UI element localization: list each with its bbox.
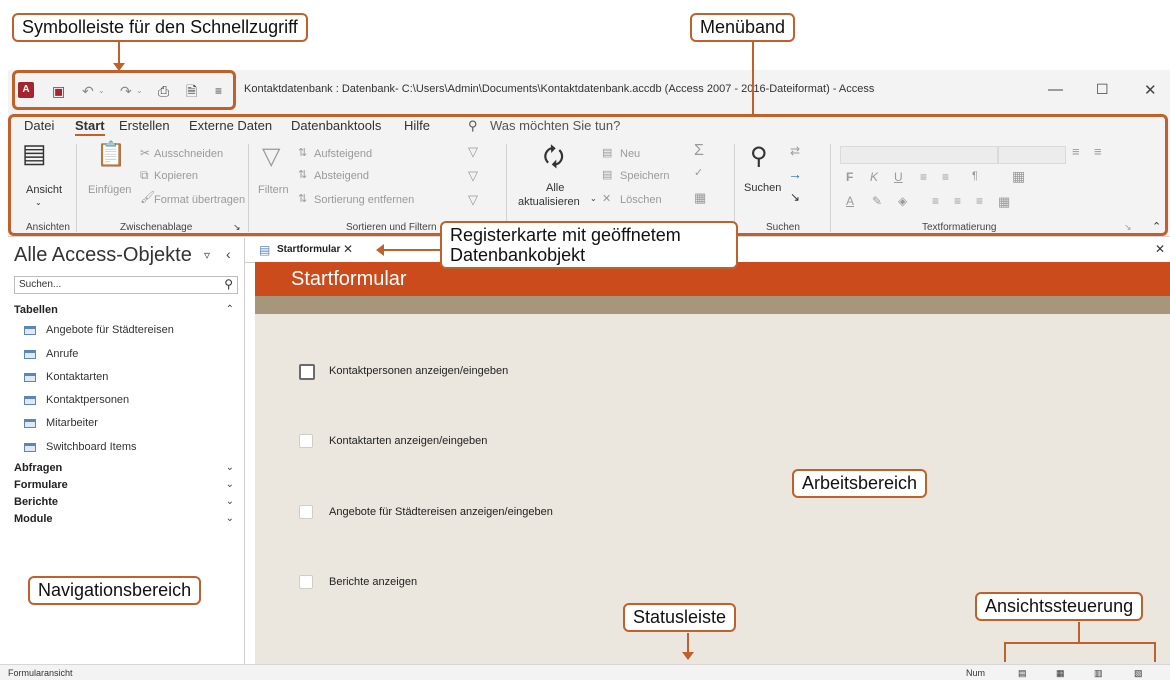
layout-view-icon[interactable]: ▥ [1094, 668, 1103, 679]
form-title: Startformular [291, 268, 407, 290]
option-label[interactable]: Angebote für Städtereisen anzeigen/einge… [329, 506, 553, 518]
option-checkbox[interactable] [299, 434, 313, 448]
nav-item-table[interactable]: Switchboard Items [24, 441, 136, 453]
table-icon [24, 442, 36, 452]
table-icon [24, 395, 36, 405]
nav-menu-icon[interactable]: ▿ [204, 248, 210, 262]
option-label[interactable]: Kontaktarten anzeigen/eingeben [329, 435, 487, 447]
arrow-icon [113, 63, 125, 71]
window-title: Kontaktdatenbank : Datenbank- C:\Users\A… [244, 83, 875, 95]
nav-item-table[interactable]: Kontaktpersonen [24, 394, 129, 406]
nav-item-label: Kontaktarten [46, 371, 109, 383]
callout-line [1004, 642, 1156, 644]
nav-item-label: Mitarbeiter [46, 417, 98, 429]
nav-item-table[interactable]: Anrufe [24, 348, 78, 360]
nav-section-formulare[interactable]: Formulare [14, 479, 68, 491]
table-icon [24, 418, 36, 428]
nav-item-table[interactable]: Angebote für Städtereisen [24, 324, 174, 336]
close-tab-icon[interactable]: ✕ [343, 242, 353, 256]
form-icon: ▤ [259, 243, 271, 257]
callout-nav: Navigationsbereich [28, 576, 202, 605]
qat-highlight [12, 70, 236, 110]
nav-section-tabellen[interactable]: Tabellen [14, 304, 58, 316]
tab-startformular[interactable]: ▤ Startformular ✕ [253, 238, 363, 262]
nav-pane-title[interactable]: Alle Access-Objekte [14, 244, 192, 267]
nav-search-input[interactable]: Suchen... ⚲ [14, 276, 238, 294]
option-checkbox[interactable] [299, 364, 315, 380]
callout-views: Ansichtssteuerung [975, 592, 1144, 621]
callout-work-area: Arbeitsbereich [792, 469, 928, 498]
table-icon [24, 372, 36, 382]
nav-section-berichte[interactable]: Berichte [14, 496, 58, 508]
option-checkbox[interactable] [299, 505, 313, 519]
chevron-down-icon[interactable]: ⌄ [226, 513, 234, 524]
search-icon: ⚲ [224, 277, 233, 291]
tab-label: Startformular [277, 244, 341, 255]
option-checkbox[interactable] [299, 575, 313, 589]
minimize-icon[interactable]: — [1048, 81, 1063, 98]
callout-line [1078, 622, 1080, 642]
callout-tab: Registerkarte mit geöffnetem Datenbankob… [440, 221, 738, 269]
callout-line [752, 42, 754, 114]
nav-section-module[interactable]: Module [14, 513, 53, 525]
chevron-up-icon[interactable]: ⌃ [226, 304, 234, 315]
design-view-icon[interactable]: ▧ [1134, 668, 1143, 679]
status-bar: Formularansicht Num ▤ ▦ ▥ ▧ [0, 664, 1170, 680]
status-num: Num [966, 668, 986, 678]
nav-search-placeholder: Suchen... [19, 279, 62, 290]
callout-ribbon: Menüband [690, 13, 796, 42]
nav-item-label: Kontaktpersonen [46, 394, 130, 406]
form-header-band [255, 296, 1170, 314]
nav-item-label: Angebote für Städtereisen [46, 324, 174, 336]
close-icon[interactable]: ✕ [1144, 81, 1157, 99]
form-view-icon[interactable]: ▤ [1018, 668, 1027, 679]
callout-line [1154, 642, 1156, 662]
status-mode: Formularansicht [8, 668, 73, 678]
chevron-down-icon[interactable]: ⌄ [226, 462, 234, 473]
option-label[interactable]: Berichte anzeigen [329, 576, 417, 588]
arrow-icon [376, 244, 384, 256]
chevron-down-icon[interactable]: ⌄ [226, 479, 234, 490]
nav-item-table[interactable]: Kontaktarten [24, 371, 108, 383]
nav-section-abfragen[interactable]: Abfragen [14, 462, 62, 474]
datasheet-view-icon[interactable]: ▦ [1056, 668, 1065, 679]
callout-qat: Symbolleiste für den Schnellzugriff [12, 13, 308, 42]
callout-line [1004, 642, 1006, 662]
nav-item-label: Switchboard Items [46, 441, 137, 453]
callout-status: Statusleiste [623, 603, 737, 632]
maximize-icon[interactable]: ☐ [1096, 81, 1109, 98]
chevron-down-icon[interactable]: ⌄ [226, 496, 234, 507]
close-object-icon[interactable]: ✕ [1155, 242, 1165, 256]
option-label[interactable]: Kontaktpersonen anzeigen/eingeben [329, 365, 508, 377]
ribbon-highlight [8, 114, 1168, 236]
table-icon [24, 325, 36, 335]
nav-item-label: Anrufe [46, 348, 79, 360]
nav-item-table[interactable]: Mitarbeiter [24, 417, 98, 429]
callout-line [384, 249, 440, 251]
table-icon [24, 349, 36, 359]
shutter-bar-icon[interactable]: ‹ [226, 246, 231, 262]
arrow-icon [682, 652, 694, 660]
